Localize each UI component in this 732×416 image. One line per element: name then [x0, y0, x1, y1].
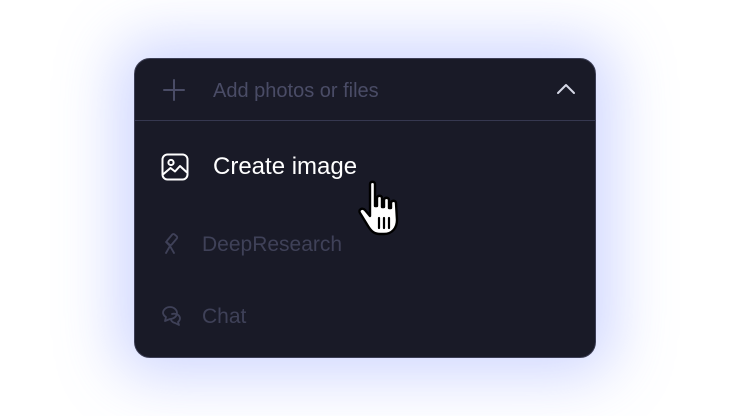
menu-item-label: DeepResearch	[202, 233, 343, 256]
add-files-label: Add photos or files	[213, 80, 379, 102]
menu-item-label: Create image	[213, 153, 358, 180]
menu-item-label: Chat	[202, 305, 247, 328]
chat-bubbles-icon	[162, 306, 181, 326]
image-icon	[161, 153, 189, 181]
chevron-up-icon[interactable]	[556, 82, 576, 96]
plus-icon[interactable]	[163, 79, 185, 101]
add-files-header[interactable]: Add photos or files	[135, 59, 595, 121]
menu-item-chat[interactable]: Chat	[135, 285, 595, 345]
stage: Add photos or files Create image DeepRes…	[0, 0, 732, 416]
hand-pointer-icon	[358, 180, 399, 236]
telescope-icon	[165, 233, 179, 254]
